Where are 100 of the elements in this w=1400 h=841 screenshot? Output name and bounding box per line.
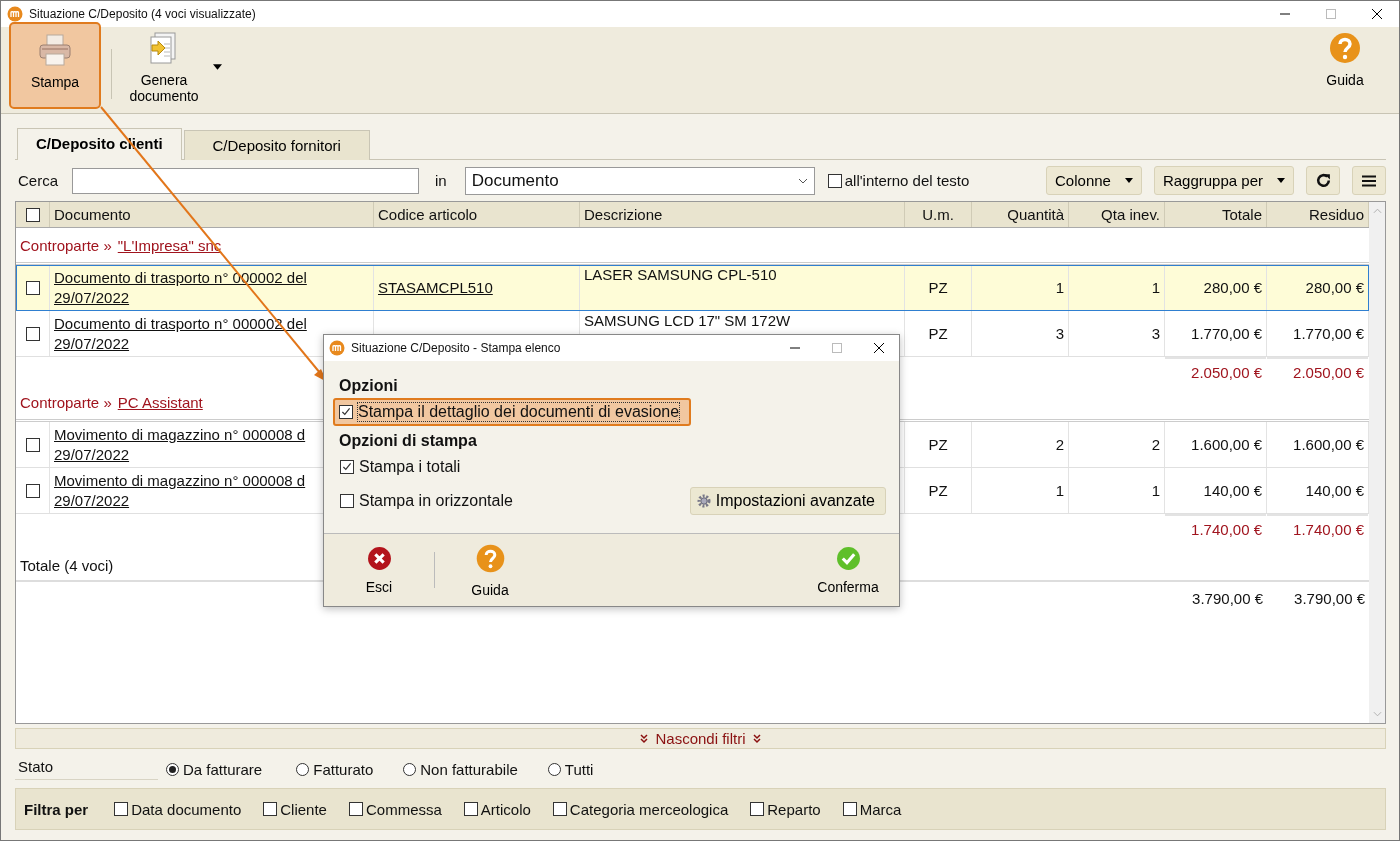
advanced-settings-button[interactable]: Impostazioni avanzate <box>689 487 886 515</box>
checkbox-label: Data documento <box>131 800 242 818</box>
menu-button[interactable] <box>1352 166 1386 195</box>
checkbox[interactable] <box>25 207 40 222</box>
column-header[interactable]: U.m. <box>905 202 972 227</box>
app-logo-icon <box>329 340 345 356</box>
checkbox[interactable] <box>25 483 40 498</box>
radio-button[interactable] <box>296 762 310 776</box>
double-chevron-icon <box>751 733 762 744</box>
subtotal: 1.740,00 € <box>1191 520 1262 538</box>
grand-total: 3.790,00 € <box>1192 589 1263 607</box>
grand-total-label: Totale (4 voci) <box>20 556 114 574</box>
table-cell: 1 <box>1055 480 1064 501</box>
checkbox-label: Marca <box>859 800 902 818</box>
group-link[interactable]: PC Assistant <box>117 394 203 411</box>
checkbox[interactable] <box>114 802 129 816</box>
column-header[interactable]: Descrizione <box>580 202 905 227</box>
table-cell: 1.770,00 € <box>1191 323 1262 344</box>
column-header[interactable]: Qta inev. <box>1069 202 1165 227</box>
dialog-button[interactable]: Esci <box>344 545 414 595</box>
hide-filters-button[interactable]: Nascondi filtri <box>15 728 1386 749</box>
checkbox[interactable] <box>827 173 842 188</box>
table-cell: PZ <box>928 323 948 344</box>
table-cell: 280,00 € <box>1305 277 1364 298</box>
status-label: Stato <box>15 758 158 780</box>
table-cell: 3 <box>1055 323 1064 344</box>
field-select[interactable]: Documento <box>464 166 815 195</box>
toolbar-button[interactable]: Guida <box>1299 22 1391 109</box>
table-cell: 1.770,00 € <box>1293 323 1364 344</box>
toolbar-button[interactable]: Stampa <box>9 22 101 109</box>
grand-total: 3.790,00 € <box>1294 589 1365 607</box>
group-label: Controparte » <box>20 237 112 254</box>
table-cell: 2 <box>1055 434 1064 455</box>
table-cell: 2 <box>1151 434 1160 455</box>
radio-label: Da fatturare <box>183 760 263 778</box>
column-header[interactable]: Totale <box>1165 202 1267 227</box>
column-header[interactable]: Codice articolo <box>374 202 580 227</box>
table-cell: 3 <box>1151 323 1160 344</box>
group-label: Controparte » <box>20 394 112 411</box>
table-cell: 1 <box>1151 480 1160 501</box>
checkbox-label: Commessa <box>365 800 442 818</box>
checkbox[interactable] <box>340 494 354 508</box>
checkbox[interactable] <box>263 802 278 816</box>
checkbox[interactable] <box>842 802 857 816</box>
dialog-title: Situazione C/Deposito - Stampa elenco <box>351 341 561 355</box>
dropdown-button[interactable]: Raggruppa per <box>1153 166 1294 195</box>
table-cell: PZ <box>928 434 948 455</box>
checkbox[interactable] <box>25 280 40 295</box>
caret-icon <box>1124 178 1133 183</box>
radio-label: Tutti <box>564 760 594 778</box>
radio-button[interactable] <box>547 762 561 776</box>
checkbox-label: Categoria merceologica <box>569 800 729 818</box>
checkbox-label: Articolo <box>480 800 531 818</box>
column-header[interactable]: Documento <box>50 202 374 227</box>
tab[interactable]: C/Deposito fornitori <box>183 130 370 160</box>
subtotal: 1.740,00 € <box>1293 520 1364 538</box>
dialog-button[interactable]: Conferma <box>813 545 883 595</box>
document-link[interactable]: Movimento di magazzino n° 000008 d 29/07/2022 <box>54 470 306 511</box>
close-icon[interactable] <box>1371 8 1383 20</box>
document-link[interactable]: Movimento di magazzino n° 000008 d 29/07/2022 <box>54 424 306 465</box>
radio-button[interactable] <box>166 762 179 776</box>
toolbar-button[interactable]: Genera documento <box>122 22 222 109</box>
radio-label: Non fatturabile <box>420 760 518 778</box>
table-cell: 1.600,00 € <box>1191 434 1262 455</box>
menu-icon <box>1362 174 1376 187</box>
code-link[interactable]: STASAMCPL510 <box>378 277 493 298</box>
table-cell: LASER SAMSUNG CPL-510 <box>584 266 777 284</box>
checkbox[interactable] <box>340 460 354 474</box>
radio-button[interactable] <box>403 762 417 776</box>
checkbox-label: Cliente <box>280 800 327 818</box>
dropdown-button[interactable]: Colonne <box>1046 166 1142 195</box>
help-icon <box>474 542 506 574</box>
cancel-icon <box>366 545 392 571</box>
checkbox-label: Reparto <box>767 800 821 818</box>
section-heading: Opzioni <box>339 377 399 395</box>
table-cell: 1 <box>1151 277 1160 298</box>
checkbox[interactable] <box>750 802 765 816</box>
checkbox[interactable] <box>348 802 363 816</box>
refresh-button[interactable] <box>1306 166 1340 195</box>
table-cell: SAMSUNG LCD 17" SM 172W <box>584 312 791 330</box>
in-label: in <box>435 172 447 189</box>
gear-icon <box>695 493 712 509</box>
checkbox-label: Stampa in orizzontale <box>359 492 513 510</box>
checkbox[interactable] <box>552 802 567 816</box>
printer-icon <box>37 32 73 68</box>
close-icon[interactable] <box>873 342 885 354</box>
chevron-down-icon <box>797 177 808 184</box>
column-header[interactable]: Quantità <box>972 202 1069 227</box>
filter-label: Filtra per <box>24 800 89 818</box>
check-icon <box>835 545 861 571</box>
checkbox[interactable] <box>25 326 40 341</box>
dialog-button[interactable]: Guida <box>455 542 525 598</box>
table-cell: 1.600,00 € <box>1293 434 1364 455</box>
checkbox[interactable] <box>463 802 478 816</box>
table-cell: 140,00 € <box>1305 480 1364 501</box>
caret-icon <box>1277 178 1285 183</box>
radio-label: Fatturato <box>313 760 374 778</box>
checkbox[interactable] <box>339 405 353 419</box>
checkbox[interactable] <box>25 437 40 452</box>
search-field[interactable] <box>72 167 419 194</box>
